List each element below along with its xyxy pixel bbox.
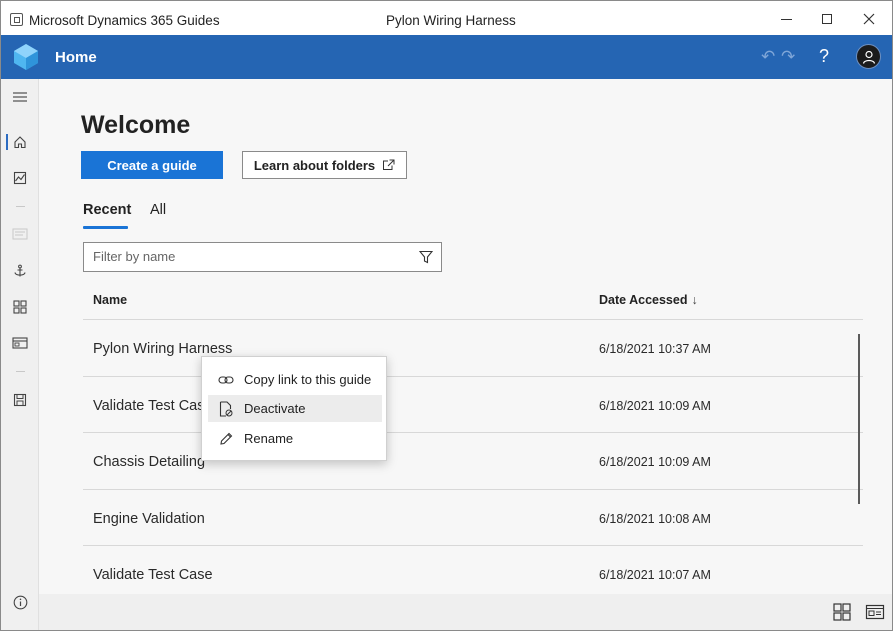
page-title: Home (55, 49, 97, 66)
guide-date: 6/18/2021 10:07 AM (599, 568, 711, 582)
close-button[interactable] (854, 7, 884, 31)
nav-outline-disabled (1, 223, 39, 245)
guide-name: Pylon Wiring Harness (93, 341, 233, 357)
nav-divider (16, 371, 25, 372)
table-row[interactable]: Validate Test Case 6/18/2021 10:07 AM (83, 545, 863, 594)
menu-item-label: Deactivate (244, 401, 306, 416)
tab-all[interactable]: All (150, 202, 166, 218)
table-row[interactable]: Engine Validation 6/18/2021 10:08 AM (83, 488, 863, 546)
create-guide-button[interactable]: Create a guide (81, 151, 223, 179)
guide-date: 6/18/2021 10:37 AM (599, 342, 711, 356)
menu-item-rename[interactable]: Rename (208, 425, 382, 452)
help-icon[interactable]: ? (819, 46, 829, 67)
pencil-icon (217, 430, 235, 448)
nav-divider (16, 206, 25, 207)
welcome-heading: Welcome (81, 111, 191, 139)
menu-item-label: Rename (244, 431, 294, 446)
nav-save[interactable] (1, 389, 39, 411)
dynamics-logo-icon (11, 42, 41, 72)
sort-descending-icon: ↓ (691, 293, 698, 307)
guide-date: 6/18/2021 10:09 AM (599, 398, 711, 413)
guides-table: Pylon Wiring Harness 6/18/2021 10:37 AM … (83, 319, 863, 594)
nav-analytics[interactable] (1, 167, 39, 189)
date-column-label: Date Accessed (599, 293, 688, 307)
vertical-scrollbar[interactable] (858, 334, 860, 504)
context-menu: Copy link to this guide Deactivate Renam… (201, 356, 387, 461)
nav-step-card[interactable] (1, 332, 39, 354)
save-icon (13, 393, 27, 407)
undo-icon[interactable]: ↶ (761, 47, 775, 67)
guide-name: Chassis Detailing (93, 454, 206, 470)
outline-icon (12, 228, 28, 240)
title-bar: Microsoft Dynamics 365 Guides Pylon Wiri… (1, 1, 892, 35)
menu-item-label: Copy link to this guide (244, 372, 372, 387)
avatar[interactable] (856, 44, 881, 69)
app-name: Microsoft Dynamics 365 Guides (29, 13, 220, 28)
minimize-icon (780, 18, 792, 20)
table-row[interactable]: Pylon Wiring Harness 6/18/2021 10:37 AM (83, 319, 863, 376)
grid-icon (13, 300, 27, 314)
anchor-icon (14, 264, 26, 277)
filter-input[interactable] (93, 249, 393, 264)
guide-name: Validate Test Case (93, 397, 213, 414)
info-icon (13, 595, 27, 609)
active-tab-indicator (83, 226, 128, 229)
nav-info[interactable] (1, 591, 39, 613)
guide-date: 6/18/2021 10:09 AM (599, 455, 711, 469)
app-icon (10, 13, 23, 26)
menu-item-deactivate[interactable]: Deactivate (208, 395, 382, 422)
column-header-date-accessed[interactable]: Date Accessed ↓ (599, 293, 698, 307)
analytics-icon (13, 171, 27, 185)
side-navigation (1, 79, 39, 630)
nav-layout[interactable] (1, 296, 39, 318)
document-title: Pylon Wiring Harness (386, 13, 516, 28)
guide-name: Engine Validation (93, 510, 205, 527)
menu-item-copy-link[interactable]: Copy link to this guide (208, 366, 382, 393)
learn-about-folders-button[interactable]: Learn about folders (242, 151, 407, 179)
app-window: Microsoft Dynamics 365 Guides Pylon Wiri… (0, 0, 893, 631)
grid-view-icon[interactable] (832, 602, 852, 622)
status-bar (39, 594, 892, 630)
close-icon (863, 13, 875, 25)
home-icon (14, 136, 26, 149)
filter-icon[interactable] (419, 250, 433, 264)
table-row[interactable]: Validate Test Case 6/18/2021 10:09 AM (83, 375, 863, 433)
filter-box (83, 242, 442, 272)
maximize-icon (822, 14, 832, 24)
user-icon (862, 50, 875, 64)
nav-home[interactable] (1, 131, 39, 153)
nav-anchor[interactable] (1, 260, 39, 282)
learn-button-label: Learn about folders (253, 157, 376, 173)
guide-date: 6/18/2021 10:08 AM (599, 511, 711, 526)
table-row[interactable]: Chassis Detailing 6/18/2021 10:09 AM (83, 432, 863, 489)
column-header-name[interactable]: Name (93, 293, 127, 307)
main-content: Welcome Create a guide Learn about folde… (39, 79, 892, 594)
redo-icon[interactable]: ↷ (781, 47, 795, 67)
deactivate-icon (217, 400, 235, 418)
app-header: Home ↶ ↷ ? (1, 35, 892, 79)
minimize-button[interactable] (771, 7, 801, 31)
hamburger-menu-icon[interactable] (1, 86, 39, 108)
card-icon (12, 337, 28, 349)
link-icon (217, 371, 235, 389)
card-view-icon[interactable] (865, 602, 885, 622)
tab-recent[interactable]: Recent (83, 202, 131, 218)
maximize-button[interactable] (812, 7, 842, 31)
guide-name: Validate Test Case (93, 567, 213, 583)
external-link-icon (383, 159, 395, 170)
